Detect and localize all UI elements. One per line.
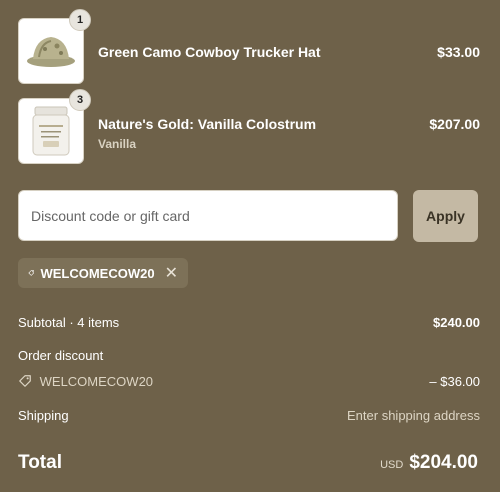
subtotal-value: $240.00 bbox=[433, 315, 480, 330]
discount-code-input[interactable] bbox=[18, 190, 398, 241]
total-amount-group: USD $204.00 bbox=[380, 452, 478, 474]
hat-icon bbox=[27, 37, 75, 67]
product-thumbnail[interactable]: 1 bbox=[18, 9, 91, 84]
subtotal-label: Subtotal · 4 items bbox=[18, 315, 120, 330]
close-icon[interactable]: ✕ bbox=[165, 263, 178, 283]
subtotal-row: Subtotal · 4 items $240.00 bbox=[18, 315, 480, 330]
apply-button[interactable]: Apply bbox=[413, 190, 478, 242]
jar-icon bbox=[32, 106, 70, 156]
discount-code-text: WELCOMECOW20 bbox=[39, 374, 154, 389]
discount-code-row: WELCOMECOW20 – $36.00 bbox=[18, 374, 480, 389]
total-value: $204.00 bbox=[409, 452, 478, 473]
order-discount-row: Order discount bbox=[18, 348, 480, 363]
quantity-badge: 1 bbox=[69, 9, 91, 31]
shipping-row: Shipping Enter shipping address bbox=[18, 408, 480, 423]
product-price: $33.00 bbox=[437, 44, 480, 60]
line-item: 3 Nature's Gold: Vanilla Colostrum Vanil… bbox=[18, 89, 480, 164]
shipping-value: Enter shipping address bbox=[347, 408, 480, 423]
total-label: Total bbox=[18, 452, 62, 473]
currency-code: USD bbox=[380, 459, 404, 471]
shipping-label: Shipping bbox=[18, 408, 69, 423]
product-price: $207.00 bbox=[429, 116, 480, 132]
tag-icon bbox=[19, 375, 31, 387]
product-thumbnail[interactable]: 3 bbox=[18, 89, 91, 164]
product-name: Nature's Gold: Vanilla Colostrum bbox=[98, 116, 317, 132]
tag-icon bbox=[28, 270, 34, 276]
discount-value: – $36.00 bbox=[429, 374, 480, 389]
product-variant: Vanilla bbox=[98, 137, 137, 151]
line-item: 1 Green Camo Cowboy Trucker Hat $33.00 bbox=[18, 9, 480, 84]
discount-code-label: WELCOMECOW20 bbox=[40, 265, 155, 281]
order-discount-label: Order discount bbox=[18, 348, 104, 363]
applied-discount-chip: WELCOMECOW20 ✕ bbox=[18, 258, 188, 288]
quantity-badge: 3 bbox=[69, 89, 91, 111]
product-name: Green Camo Cowboy Trucker Hat bbox=[98, 44, 321, 60]
